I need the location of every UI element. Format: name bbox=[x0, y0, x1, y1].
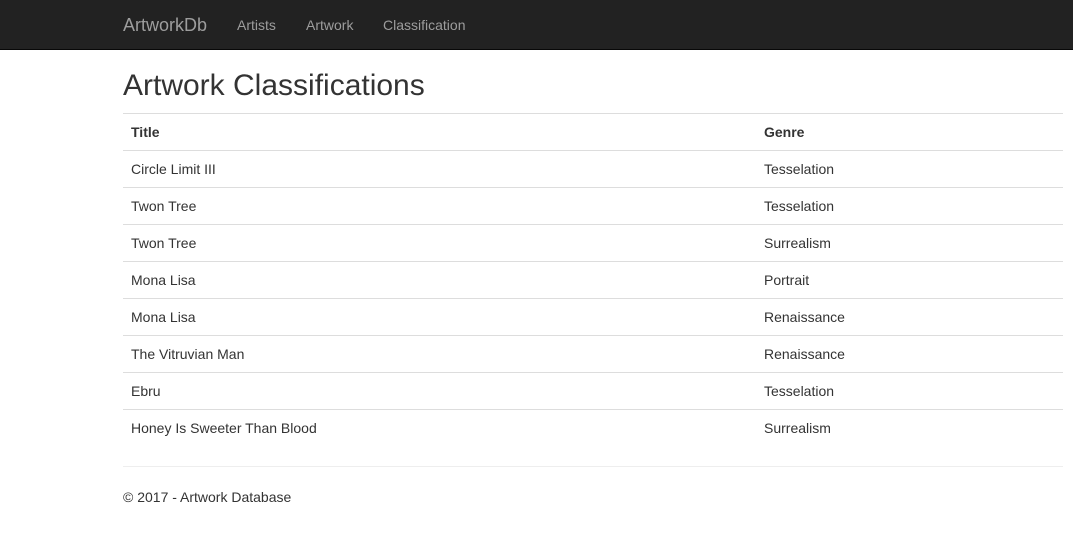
cell-title: Mona Lisa bbox=[123, 261, 756, 299]
nav-item-artists[interactable]: Artists bbox=[237, 15, 276, 35]
table-row: Honey Is Sweeter Than Blood Surrealism bbox=[123, 409, 1063, 447]
table-row: Ebru Tesselation bbox=[123, 372, 1063, 410]
cell-genre: Surrealism bbox=[756, 409, 1063, 447]
cell-title: Twon Tree bbox=[123, 187, 756, 225]
cell-title: Circle Limit III bbox=[123, 150, 756, 188]
table-row: The Vitruvian Man Renaissance bbox=[123, 335, 1063, 373]
cell-genre: Tesselation bbox=[756, 150, 1063, 188]
cell-genre: Surrealism bbox=[756, 224, 1063, 262]
cell-title: Honey Is Sweeter Than Blood bbox=[123, 409, 756, 447]
classifications-table: Title Genre Circle Limit III Tesselation… bbox=[123, 113, 1063, 447]
table-row: Twon Tree Surrealism bbox=[123, 224, 1063, 262]
column-header-genre: Genre bbox=[756, 113, 1063, 151]
nav-item-artwork[interactable]: Artwork bbox=[306, 15, 353, 35]
cell-title: The Vitruvian Man bbox=[123, 335, 756, 373]
footer-copyright: © 2017 - Artwork Database bbox=[123, 489, 292, 505]
cell-title: Mona Lisa bbox=[123, 298, 756, 336]
table-row: Mona Lisa Portrait bbox=[123, 261, 1063, 299]
table-row: Twon Tree Tesselation bbox=[123, 187, 1063, 225]
cell-genre: Renaissance bbox=[756, 335, 1063, 373]
nav-item-classification[interactable]: Classification bbox=[383, 15, 465, 35]
brand-link[interactable]: ArtworkDb bbox=[123, 15, 207, 35]
top-navbar: ArtworkDb Artists Artwork Classification bbox=[0, 0, 1073, 50]
table-header: Title Genre bbox=[123, 113, 1063, 151]
table-row: Mona Lisa Renaissance bbox=[123, 298, 1063, 336]
cell-genre: Tesselation bbox=[756, 187, 1063, 225]
cell-title: Ebru bbox=[123, 372, 756, 410]
column-header-title: Title bbox=[123, 113, 756, 151]
table-header-row: Title Genre bbox=[123, 113, 1063, 151]
table-row: Circle Limit III Tesselation bbox=[123, 150, 1063, 188]
cell-genre: Tesselation bbox=[756, 372, 1063, 410]
page-title: Artwork Classifications bbox=[123, 69, 425, 102]
cell-genre: Renaissance bbox=[756, 298, 1063, 336]
cell-title: Twon Tree bbox=[123, 224, 756, 262]
footer-divider bbox=[123, 466, 1063, 467]
classifications-table-container: Title Genre Circle Limit III Tesselation… bbox=[123, 113, 1063, 447]
table-body: Circle Limit III Tesselation Twon Tree T… bbox=[123, 150, 1063, 447]
cell-genre: Portrait bbox=[756, 261, 1063, 299]
